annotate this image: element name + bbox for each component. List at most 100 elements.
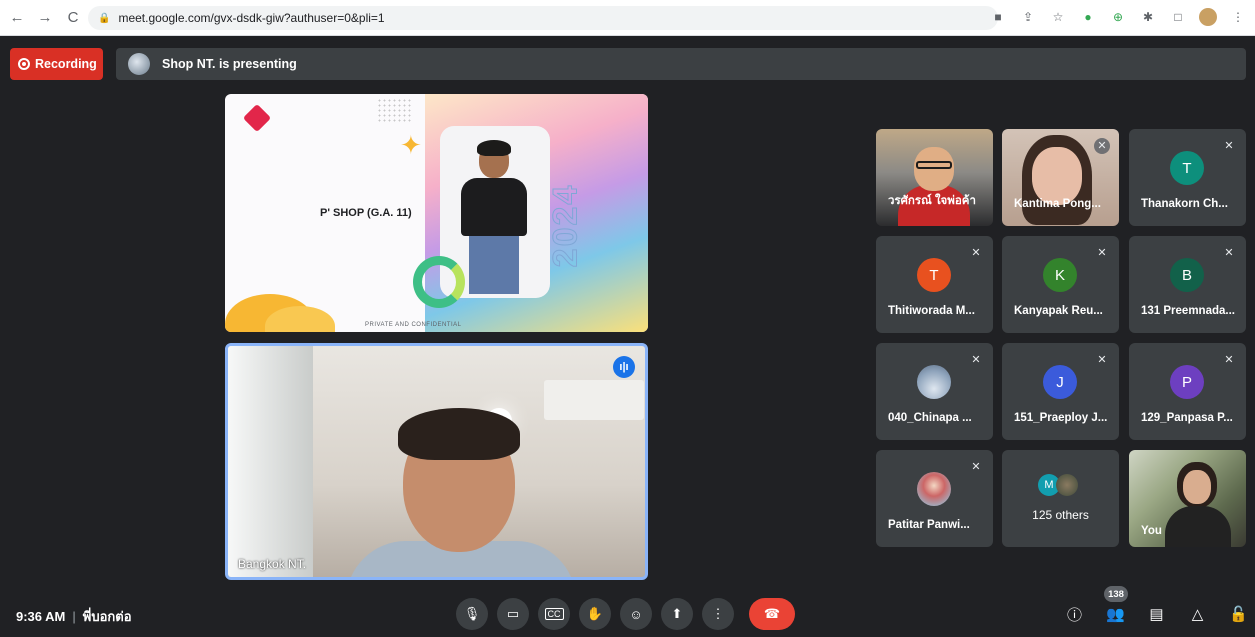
emoji-button[interactable]: ☺ <box>620 598 652 630</box>
avatar <box>1056 474 1078 496</box>
presentation-slide[interactable]: ✦ 2024 P' SHOP (G.A. 11) PRIVATE AND CON… <box>225 94 648 332</box>
present-button[interactable]: ⬆ <box>661 598 693 630</box>
recording-label: Recording <box>35 57 97 71</box>
participant-tile[interactable]: ✕ T Thanakorn Ch... <box>1129 129 1246 226</box>
slide-dots-decoration <box>377 98 413 122</box>
mic-off-icon: ✕ <box>1094 138 1110 154</box>
air-conditioner-background <box>544 380 644 420</box>
others-count-label: 125 others <box>1032 508 1089 522</box>
mic-off-icon: ✕ <box>971 354 981 366</box>
camera-button[interactable]: ▭ <box>497 598 529 630</box>
participant-count-badge: 138 <box>1104 586 1128 602</box>
captions-button[interactable]: CC <box>538 598 570 630</box>
participant-name: 129_Panpasa P... <box>1141 412 1233 424</box>
participant-name: วรศักรณ์ ใจพ่อค้า <box>888 195 976 207</box>
end-call-button[interactable]: ☎ <box>749 598 795 630</box>
clock-time: 9:36 AM <box>16 609 66 624</box>
avatar <box>917 472 951 506</box>
avatar: P <box>1170 365 1204 399</box>
slide-year: 2024 <box>546 183 585 268</box>
back-icon[interactable]: ← <box>6 9 28 26</box>
participant-tile[interactable]: ✕ 040_Chinapa ... <box>876 343 993 440</box>
star-icon: ✦ <box>400 130 422 160</box>
speaker-name: Bangkok NT. <box>238 557 307 571</box>
share-icon[interactable]: ⇪ <box>1019 8 1037 26</box>
side-panel-icon[interactable]: □ <box>1169 8 1187 26</box>
participant-tile[interactable]: ✕ Patitar Panwi... <box>876 450 993 547</box>
participant-tile[interactable]: ✕ Kantima Pong... <box>1002 129 1119 226</box>
slide-footer: PRIVATE AND CONFIDENTIAL <box>365 322 462 328</box>
meeting-code: พี่บอกต่อ <box>82 609 132 624</box>
activities-button[interactable]: △ <box>1181 598 1214 630</box>
participant-tile[interactable]: ✕ K Kanyapak Reu... <box>1002 236 1119 333</box>
participant-tile[interactable]: ✕ B 131 Preemnada... <box>1129 236 1246 333</box>
mic-off-icon: ✕ <box>1224 247 1234 259</box>
activities-icon: △ <box>1191 606 1204 623</box>
url-text: meet.google.com/gvx-dsdk-giw?authuser=0&… <box>118 11 385 25</box>
more-options-icon: ⋮ <box>711 606 725 621</box>
people-button[interactable]: 138 👥 <box>1099 586 1132 630</box>
participant-tile[interactable]: ✕ J 151_Praeploy J... <box>1002 343 1119 440</box>
bookmark-star-icon[interactable]: ☆ <box>1049 8 1067 26</box>
participant-name: Kanyapak Reu... <box>1014 305 1103 317</box>
host-controls-icon: 🔓 <box>1229 606 1248 623</box>
extensions-puzzle-icon[interactable]: ✱ <box>1139 8 1157 26</box>
extension-icon[interactable]: ● <box>1079 8 1097 26</box>
address-bar[interactable]: 🔒 meet.google.com/gvx-dsdk-giw?authuser=… <box>88 6 998 30</box>
slide-person-photo <box>457 140 531 296</box>
mic-off-icon: ✕ <box>971 247 981 259</box>
active-speaker-tile[interactable]: ı|ı Bangkok NT. <box>225 343 648 580</box>
participant-tile[interactable]: วรศักรณ์ ใจพ่อค้า <box>876 129 993 226</box>
forward-icon[interactable]: → <box>34 9 56 26</box>
participant-grid: วรศักรณ์ ใจพ่อค้า ✕ Kantima Pong... ✕ T … <box>876 129 1246 547</box>
avatar: J <box>1043 365 1077 399</box>
info-icon: ⓘ <box>1066 606 1082 624</box>
chat-icon: ▤ <box>1149 606 1164 623</box>
slide-ring-decoration <box>413 256 465 308</box>
participant-tile[interactable]: ✕ T Thitiworada M... <box>876 236 993 333</box>
participant-name: Thitiworada M... <box>888 305 975 317</box>
emoji-icon: ☺ <box>629 606 643 622</box>
others-tile[interactable]: M 125 others <box>1002 450 1119 547</box>
mic-off-icon: ✕ <box>971 461 981 473</box>
extension-meet-icon[interactable]: ⊕ <box>1109 8 1127 26</box>
reload-icon[interactable]: C <box>62 9 84 26</box>
microphone-icon: 🎙 <box>463 606 481 621</box>
presenting-bar: Shop NT. is presenting <box>116 48 1246 80</box>
self-tile[interactable]: You <box>1129 450 1246 547</box>
chat-button[interactable]: ▤ <box>1140 598 1173 630</box>
avatar: K <box>1043 258 1077 292</box>
participant-name: 151_Praeploy J... <box>1014 412 1108 424</box>
meeting-info-button[interactable]: ⓘ <box>1058 598 1091 630</box>
raise-hand-button[interactable]: ✋ <box>579 598 611 630</box>
host-controls-button[interactable]: 🔓 <box>1222 598 1255 630</box>
participant-tile[interactable]: ✕ P 129_Panpasa P... <box>1129 343 1246 440</box>
camera-indicator-icon[interactable]: ■ <box>989 8 1007 26</box>
raise-hand-icon: ✋ <box>586 606 604 621</box>
extensions-area: ■ ⇪ ☆ ● ⊕ ✱ □ ⋮ <box>989 8 1247 26</box>
call-controls: 🎙 ▭ CC ✋ ☺ ⬆ ⋮ ☎ <box>456 598 795 630</box>
mic-off-icon: ✕ <box>1224 140 1234 152</box>
presenter-avatar <box>128 53 150 75</box>
captions-icon: CC <box>544 608 564 620</box>
window-background <box>228 346 313 577</box>
browser-toolbar: ← → C 🔒 meet.google.com/gvx-dsdk-giw?aut… <box>0 0 1255 36</box>
lock-icon[interactable]: 🔒 <box>98 13 110 24</box>
recording-badge[interactable]: Recording <box>10 48 103 80</box>
speaking-indicator-icon: ı|ı <box>613 356 635 378</box>
participant-name: Kantima Pong... <box>1014 198 1101 210</box>
more-options-button[interactable]: ⋮ <box>702 598 734 630</box>
others-avatars: M <box>1038 474 1078 496</box>
microphone-button[interactable]: 🎙 <box>456 598 488 630</box>
end-call-icon: ☎ <box>763 606 781 621</box>
browser-menu-icon[interactable]: ⋮ <box>1229 8 1247 26</box>
camera-icon: ▭ <box>506 606 520 621</box>
mic-off-icon: ✕ <box>1224 354 1234 366</box>
recording-icon <box>18 58 30 70</box>
avatar: T <box>917 258 951 292</box>
profile-avatar-icon[interactable] <box>1199 8 1217 26</box>
self-name: You <box>1141 525 1162 537</box>
avatar: B <box>1170 258 1204 292</box>
speaker-hair <box>398 408 520 460</box>
participant-name: Patitar Panwi... <box>888 519 970 531</box>
